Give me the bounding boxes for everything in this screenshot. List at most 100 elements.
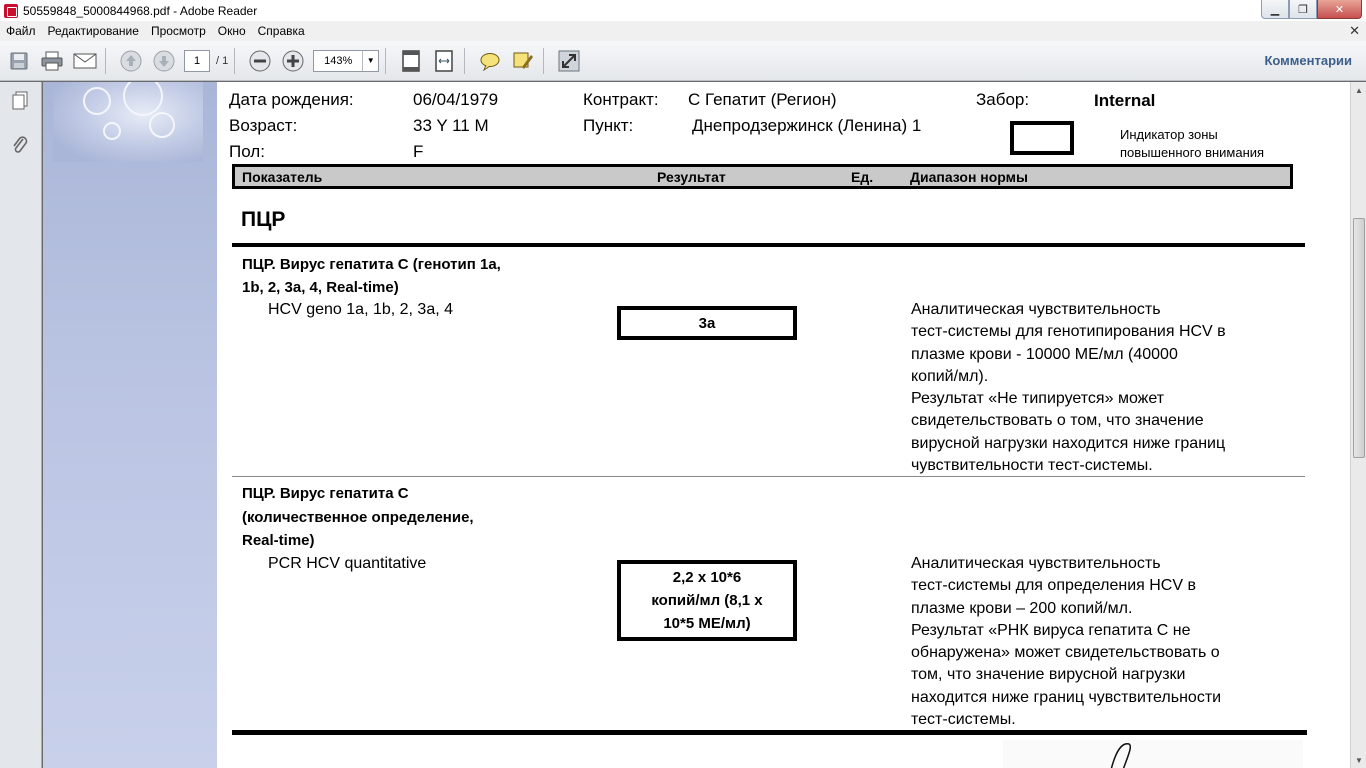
title-bar: 50559848_5000844968.pdf - Adobe Reader ▁… [0, 0, 1366, 21]
document-view[interactable]: Дата рождения: 06/04/1979 Возраст: 33 Y … [43, 82, 1350, 768]
menu-window[interactable]: Окно [212, 24, 252, 38]
zoom-select[interactable]: 143% ▼ [313, 49, 380, 72]
indicator-label-line1: Индикатор зоны [1120, 127, 1218, 142]
test-name-line2: 1b, 2, 3a, 4, Real-time) [242, 279, 399, 296]
scrollbar-thumb[interactable] [1353, 218, 1365, 458]
next-page-button[interactable] [150, 47, 178, 75]
range-line: свидетельствовать о том, что значение [911, 412, 1204, 430]
comment-button[interactable] [476, 47, 504, 75]
result-value-line2: копий/мл (8,1 x [651, 592, 763, 609]
range-line: тест-системы для генотипирования HCV в [911, 323, 1226, 341]
sex-value: F [413, 142, 424, 161]
test-name-line1: ПЦР. Вирус гепатита С (генотип 1а, [242, 256, 501, 273]
range-line: Аналитическая чувствительность [911, 555, 1161, 572]
maximize-button[interactable]: ❐ [1289, 0, 1317, 19]
scroll-down-icon[interactable]: ▼ [1351, 752, 1366, 768]
range-line: тест-системы. [911, 711, 1016, 729]
contract-label: Контракт: [583, 90, 659, 109]
chevron-down-icon[interactable]: ▼ [362, 50, 378, 71]
pdf-page: Дата рождения: 06/04/1979 Возраст: 33 Y … [217, 82, 1350, 768]
highlight-button[interactable] [509, 47, 537, 75]
previous-page-button[interactable] [117, 47, 145, 75]
result-value-box: 3a [617, 306, 797, 340]
plus-icon [282, 50, 304, 71]
column-units: Ед. [851, 169, 874, 185]
highlighter-icon [513, 52, 534, 69]
age-value: 33 Y 11 M [413, 116, 489, 135]
section-title: ПЦР [241, 208, 286, 231]
vertical-scrollbar[interactable]: ▲ ▼ [1350, 82, 1366, 768]
pages-panel-button[interactable] [9, 90, 31, 112]
test-sub-name: PCR HCV quantitative [268, 555, 427, 572]
toolbar: 1 / 1 143% ▼ Комментарии [0, 41, 1366, 81]
range-line: плазме крови - 10000 МЕ/мл (40000 [911, 345, 1178, 363]
signature-image [1110, 743, 1132, 768]
print-button[interactable] [38, 47, 66, 75]
result-value-line3: 10*5 МЕ/мл) [663, 615, 751, 632]
result-value-line1: 2,2 x 10*6 [672, 569, 742, 586]
expand-button[interactable] [555, 47, 583, 75]
attention-indicator-box [1010, 121, 1074, 155]
save-button[interactable] [5, 47, 33, 75]
arrow-up-icon [120, 50, 142, 71]
printer-icon [41, 51, 63, 70]
point-value: Днепродзержинск (Ленина) 1 [692, 116, 922, 135]
contract-value: С Гепатит (Регион) [688, 90, 837, 109]
fit-width-button[interactable] [430, 47, 458, 75]
menu-help[interactable]: Справка [252, 24, 311, 38]
pages-icon [12, 91, 28, 110]
decorative-cells-image [53, 82, 203, 162]
reference-range-text: Аналитическая чувствительность тест-сист… [911, 553, 1271, 731]
result-value-box: 2,2 x 10*6 копий/мл (8,1 x 10*5 МЕ/мл) [617, 560, 797, 641]
column-result: Результат [657, 169, 726, 185]
dob-value: 06/04/1979 [413, 90, 499, 109]
section-divider [232, 243, 1305, 247]
save-icon [10, 52, 28, 69]
fit-width-icon [435, 49, 453, 72]
fit-page-button[interactable] [397, 47, 425, 75]
zoom-in-button[interactable] [279, 47, 307, 75]
age-label: Возраст: [229, 116, 298, 135]
test-sub-name: HCV geno 1a, 1b, 2, 3a, 4 [268, 301, 454, 318]
menu-edit[interactable]: Редактирование [42, 24, 145, 38]
indicator-label-line2: повышенного внимания [1120, 145, 1265, 160]
comments-button[interactable]: Комментарии [1264, 53, 1352, 68]
dob-label: Дата рождения: [229, 90, 354, 109]
minimize-button[interactable]: ▁ [1261, 0, 1289, 19]
zoom-value: 143% [324, 54, 353, 67]
page-total: / 1 [216, 54, 229, 67]
arrow-down-icon [153, 50, 175, 71]
menu-file[interactable]: Файл [0, 24, 42, 38]
envelope-icon [73, 53, 97, 68]
range-line: Результат «РНК вируса гепатита С не [911, 621, 1191, 639]
point-label: Пункт: [583, 116, 634, 135]
email-button[interactable] [71, 47, 99, 75]
collection-value: Internal [1094, 91, 1156, 110]
range-line: обнаружена» может свидетельствовать о [911, 644, 1220, 662]
range-line: находится ниже границ чувствительности [911, 688, 1222, 706]
zoom-out-button[interactable] [246, 47, 274, 75]
page-number-input[interactable]: 1 [184, 49, 210, 72]
attachments-panel-button[interactable] [9, 134, 31, 156]
result-value: 3a [698, 314, 716, 332]
scroll-up-icon[interactable]: ▲ [1351, 82, 1366, 98]
close-button[interactable]: ✕ [1317, 0, 1362, 19]
test-name-line1: ПЦР. Вирус гепатита С [242, 485, 409, 502]
close-document-icon[interactable]: ✕ [1349, 23, 1360, 39]
range-line: копий/мл). [911, 367, 989, 385]
column-range: Диапазон нормы [910, 169, 1028, 185]
column-indicator: Показатель [242, 169, 323, 185]
range-line: вирусной нагрузки находится ниже границ [911, 434, 1226, 452]
results-table-header: Показатель Результат Ед. Диапазон нормы [232, 164, 1293, 189]
range-line: Аналитическая чувствительность [911, 301, 1161, 318]
menu-bar: Файл Редактирование Просмотр Окно Справк… [0, 21, 1366, 41]
minus-icon [249, 50, 271, 71]
range-line: том, что значение вирусной нагрузки [911, 666, 1186, 684]
menu-view[interactable]: Просмотр [145, 24, 212, 38]
test-name-line2: (количественное определение, [242, 509, 474, 526]
fit-page-icon [402, 49, 420, 72]
page-decorative-sidebar [43, 82, 217, 768]
speech-bubble-icon [480, 52, 500, 71]
navigation-panel [0, 82, 42, 768]
window-title: 50559848_5000844968.pdf - Adobe Reader [23, 3, 258, 18]
